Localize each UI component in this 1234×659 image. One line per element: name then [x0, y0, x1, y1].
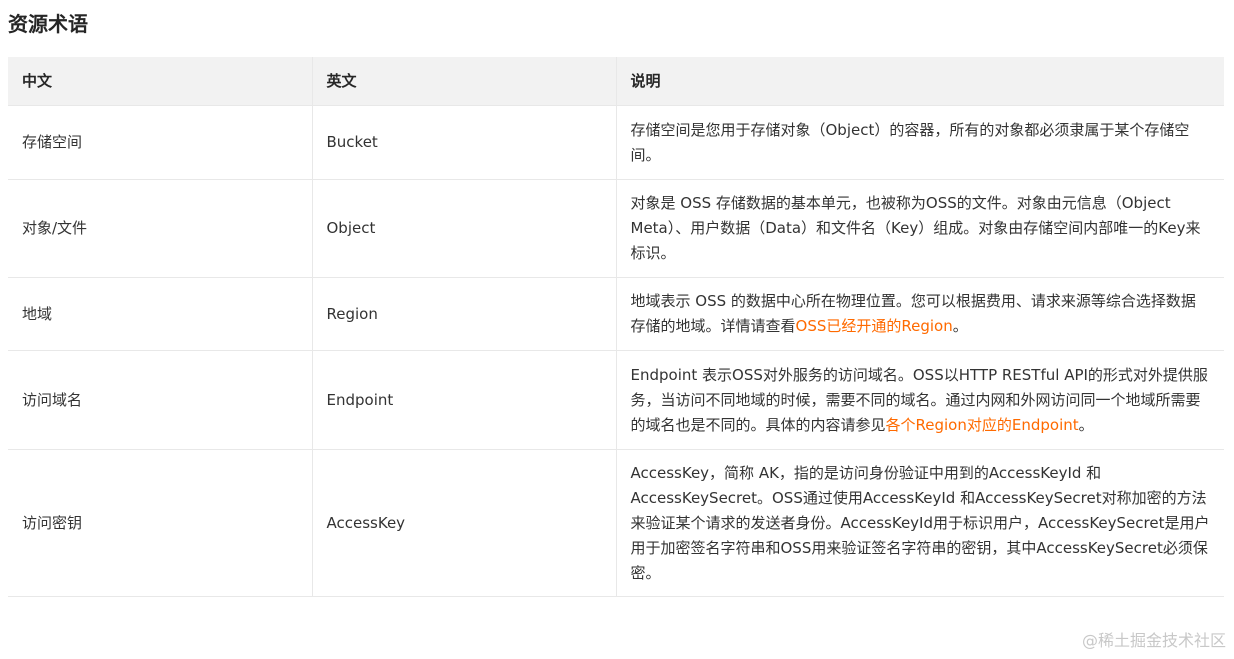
watermark: @稀土掘金技术社区 [1081, 631, 1226, 650]
resource-terms-table: 中文 英文 说明 存储空间 Bucket 存储空间是您用于存储对象（Object… [8, 57, 1224, 597]
cell-english: Region [311, 277, 616, 351]
cell-description: 对象是 OSS 存储数据的基本单元，也被称为OSS的文件。对象由元信息（Obje… [615, 179, 1224, 278]
description-text: AccessKey，简称 AK，指的是访问身份验证中用到的AccessKeyId… [630, 463, 1210, 582]
region-list-link[interactable]: OSS已经开通的Region [796, 317, 953, 335]
table-row-endpoint: 访问域名 Endpoint Endpoint 表示OSS对外服务的访问域名。OS… [8, 350, 1224, 450]
cell-description: 存储空间是您用于存储对象（Object）的容器，所有的对象都必须隶属于某个存储空… [615, 105, 1224, 180]
cell-chinese: 访问域名 [8, 350, 312, 450]
header-chinese: 中文 [8, 57, 312, 106]
cell-english: Object [311, 179, 616, 278]
description-text: 对象是 OSS 存储数据的基本单元，也被称为OSS的文件。对象由元信息（Obje… [630, 194, 1201, 262]
region-endpoint-link[interactable]: 各个Region对应的Endpoint [886, 416, 1079, 434]
table-row-region: 地域 Region 地域表示 OSS 的数据中心所在物理位置。您可以根据费用、请… [8, 277, 1224, 351]
description-text-after: 。 [1078, 415, 1094, 434]
cell-description: AccessKey，简称 AK，指的是访问身份验证中用到的AccessKeyId… [615, 449, 1224, 597]
table-row-accesskey: 访问密钥 AccessKey AccessKey，简称 AK，指的是访问身份验证… [8, 449, 1224, 597]
table-row-object: 对象/文件 Object 对象是 OSS 存储数据的基本单元，也被称为OSS的文… [8, 179, 1224, 278]
cell-chinese: 地域 [8, 277, 312, 351]
cell-chinese: 对象/文件 [8, 179, 312, 278]
cell-english: Endpoint [311, 350, 616, 450]
description-text: 存储空间是您用于存储对象（Object）的容器，所有的对象都必须隶属于某个存储空… [630, 120, 1190, 164]
table-row-bucket: 存储空间 Bucket 存储空间是您用于存储对象（Object）的容器，所有的对… [8, 105, 1224, 180]
cell-description: Endpoint 表示OSS对外服务的访问域名。OSS以HTTP RESTful… [615, 350, 1224, 450]
section-title: 资源术语 [8, 12, 88, 36]
header-description: 说明 [615, 57, 1224, 106]
cell-chinese: 存储空间 [8, 105, 312, 180]
cell-english: Bucket [311, 105, 616, 180]
table-header-row: 中文 英文 说明 [8, 57, 1224, 106]
header-english: 英文 [311, 57, 616, 106]
description-text-after: 。 [952, 317, 968, 335]
cell-description: 地域表示 OSS 的数据中心所在物理位置。您可以根据费用、请求来源等综合选择数据… [615, 277, 1224, 351]
description-text: 地域表示 OSS 的数据中心所在物理位置。您可以根据费用、请求来源等综合选择数据… [631, 289, 1211, 339]
cell-chinese: 访问密钥 [8, 449, 312, 597]
description-text: Endpoint 表示OSS对外服务的访问域名。OSS以HTTP RESTful… [631, 363, 1211, 438]
cell-english: AccessKey [311, 449, 616, 597]
